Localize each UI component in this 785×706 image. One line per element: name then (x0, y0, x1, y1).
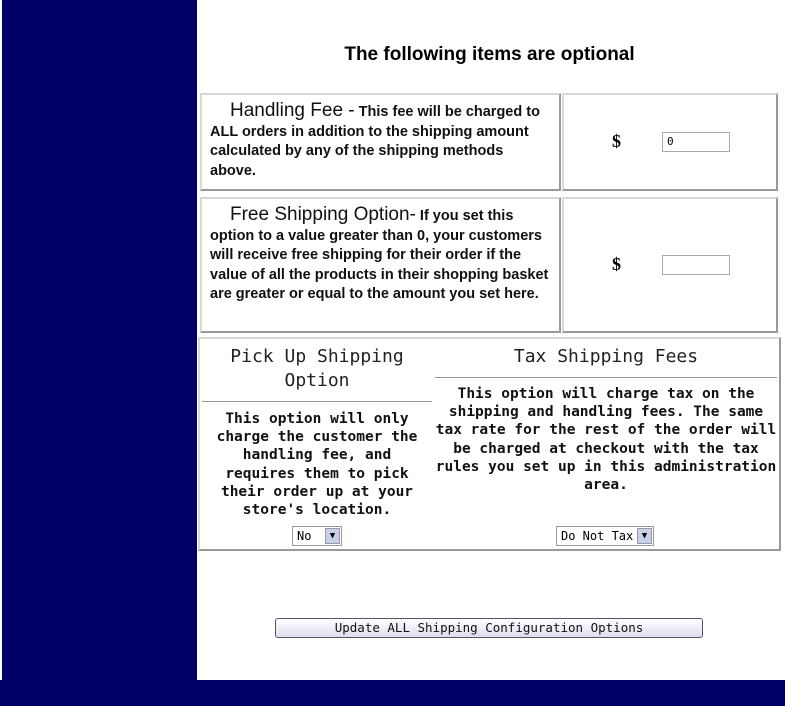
pickup-section: Pick Up Shipping Option This option will… (202, 341, 432, 519)
free-shipping-description-cell: Free Shipping Option- If you set this op… (200, 197, 561, 333)
tax-section: Tax Shipping Fees This option will charg… (435, 341, 777, 494)
divider (435, 377, 777, 378)
handling-fee-input-cell: $ 0 (562, 93, 778, 191)
free-shipping-input[interactable] (662, 255, 730, 275)
pickup-selected: No (297, 529, 312, 543)
tax-description: This option will charge tax on the shipp… (435, 386, 777, 494)
handling-fee-label: Handling Fee - (230, 100, 355, 121)
main-content: The following items are optional Handlin… (197, 0, 785, 680)
divider (202, 401, 432, 402)
currency-symbol: $ (612, 131, 621, 151)
handling-fee-description-cell: Handling Fee - This fee will be charged … (200, 93, 561, 191)
chevron-down-icon: ▼ (325, 528, 340, 544)
currency-symbol: $ (612, 254, 621, 274)
free-shipping-input-cell: $ (562, 197, 778, 333)
pickup-select[interactable]: No ▼ (292, 526, 342, 546)
page-title: The following items are optional (344, 44, 635, 65)
options-table: Pick Up Shipping Option This option will… (198, 337, 781, 551)
pickup-heading: Pick Up Shipping Option (230, 346, 404, 391)
free-shipping-label: Free Shipping Option- (230, 204, 416, 225)
tax-select[interactable]: Do Not Tax ▼ (556, 526, 654, 546)
handling-fee-input[interactable]: 0 (662, 132, 730, 152)
tax-heading: Tax Shipping Fees (513, 346, 699, 367)
left-edge (0, 0, 2, 680)
update-shipping-options-button[interactable]: Update ALL Shipping Configuration Option… (275, 618, 703, 638)
pickup-description: This option will only charge the custome… (216, 411, 418, 519)
chevron-down-icon: ▼ (637, 528, 652, 544)
tax-selected: Do Not Tax (561, 529, 634, 543)
